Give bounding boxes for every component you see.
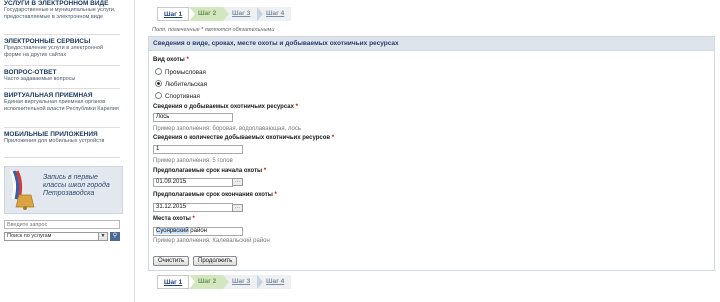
bell-ribbon-icon xyxy=(9,170,35,210)
sidebar-item-title[interactable]: УСЛУГИ В ЭЛЕКТРОННОМ ВИДЕ xyxy=(4,0,120,7)
quantity-label: Сведения о количестве добываемых охотнич… xyxy=(153,135,334,141)
sidebar-item-text[interactable]: Приложения для мобильных устройств xyxy=(4,138,120,145)
label-text: Сведения о добываемых охотничьих ресурса… xyxy=(153,104,294,110)
required-star: * xyxy=(201,27,204,33)
step-arrow-icon xyxy=(223,7,229,21)
divider xyxy=(4,157,120,158)
divider xyxy=(4,88,120,89)
radio-label: Спортивная xyxy=(165,93,200,100)
sidebar-divider xyxy=(134,0,135,302)
school-enrollment-banner[interactable]: Запись в первые классы школ города Петро… xyxy=(4,166,123,214)
required-star: * xyxy=(331,135,335,141)
sidebar-item-services[interactable]: УСЛУГИ В ЭЛЕКТРОННОМ ВИДЕ Государственны… xyxy=(4,0,120,20)
radio-label: Промысловая xyxy=(165,69,206,76)
step-arrow-icon xyxy=(189,275,195,289)
start-date-label: Предполагаемые срок начала охоты * xyxy=(153,168,266,174)
label-text: Сведения о количестве добываемых охотнич… xyxy=(153,135,331,141)
radio-amateur[interactable]: Любительская xyxy=(155,80,207,88)
label-text: Места охоты xyxy=(153,216,191,222)
search-scope-select[interactable]: Поиск по услугам ▼ xyxy=(4,232,108,241)
required-star: * xyxy=(263,168,267,174)
steps-top: Шаг 1 Шаг 2 Шаг 3 Шаг 4 xyxy=(157,7,291,21)
radio-button[interactable] xyxy=(155,68,162,75)
note-text: Поля, помеченные xyxy=(152,27,200,33)
input-text: район xyxy=(188,228,207,234)
search-input[interactable] xyxy=(4,220,120,229)
steps-bottom: Шаг 1 Шаг 2 Шаг 3 Шаг 4 xyxy=(157,275,291,289)
sidebar-item-e-services[interactable]: ЭЛЕКТРОННЫЕ СЕРВИСЫ Предоставление услуг… xyxy=(4,38,120,58)
quantity-input[interactable]: 1 xyxy=(153,145,243,154)
sidebar-item-reception[interactable]: ВИРТУАЛЬНАЯ ПРИЕМНАЯ Единая виртуальная … xyxy=(4,92,120,112)
radio-sport[interactable]: Спортивная xyxy=(155,92,200,100)
sidebar-item-title[interactable]: МОБИЛЬНЫЕ ПРИЛОЖЕНИЯ xyxy=(4,131,120,138)
resources-input[interactable]: Лось xyxy=(153,113,233,122)
sidebar-item-text[interactable]: Единая виртуальная приемная органов испо… xyxy=(4,99,120,112)
required-star: * xyxy=(186,57,189,63)
divider xyxy=(4,65,120,66)
sidebar-item-title[interactable]: ВИРТУАЛЬНАЯ ПРИЕМНАЯ xyxy=(4,92,120,99)
clear-button[interactable]: Очистить xyxy=(153,256,190,266)
end-date-label: Предполагаемые срок окончания охоты * xyxy=(153,192,277,198)
sidebar-item-text[interactable]: Государственные и муниципальные услуги, … xyxy=(4,7,120,20)
calendar-icon[interactable]: ··· xyxy=(232,178,243,186)
hunt-type-label: Вид охоты * xyxy=(153,57,189,63)
required-star: * xyxy=(192,216,195,222)
divider xyxy=(4,127,120,128)
search-scope-value: Поиск по услугам xyxy=(7,233,52,239)
sidebar: УСЛУГИ В ЭЛЕКТРОННОМ ВИДЕ Государственны… xyxy=(0,0,124,302)
search-icon[interactable]: ⚲ xyxy=(110,232,120,241)
place-hint: Пример заполнения: Калевальский район xyxy=(153,238,270,244)
radio-button-selected[interactable] xyxy=(155,80,162,87)
end-date-input[interactable]: 31.12.2015 xyxy=(153,203,233,212)
banner-text: Запись в первые классы школ города Петро… xyxy=(43,174,110,197)
required-fields-note: Поля, помеченные * являются обязательным… xyxy=(152,27,274,33)
note-text: являются обязательными xyxy=(204,27,275,33)
panel-title: Сведения о виде, сроках, месте охоты и д… xyxy=(149,37,714,51)
resources-hint: Пример заполнения: боровая, водоплавающа… xyxy=(153,126,301,132)
radio-commercial[interactable]: Промысловая xyxy=(155,68,206,76)
sidebar-item-mobile[interactable]: МОБИЛЬНЫЕ ПРИЛОЖЕНИЯ Приложения для моби… xyxy=(4,131,120,145)
calendar-icon[interactable]: ··· xyxy=(232,204,243,212)
step-arrow-icon xyxy=(257,7,263,21)
sidebar-item-text[interactable]: Часто задаваемые вопросы xyxy=(4,76,120,83)
radio-button[interactable] xyxy=(155,92,162,99)
continue-button[interactable]: Продолжить xyxy=(193,256,238,266)
hunting-form-panel: Сведения о виде, сроках, месте охоты и д… xyxy=(148,36,715,271)
place-input[interactable]: Суоярвский район xyxy=(153,227,243,236)
step-arrow-icon xyxy=(189,7,195,21)
quantity-hint: Пример заполнения: 5 голов xyxy=(153,158,233,164)
sidebar-item-title[interactable]: ЭЛЕКТРОННЫЕ СЕРВИСЫ xyxy=(4,38,120,45)
place-label: Места охоты * xyxy=(153,216,195,222)
label-text: Предполагаемые срок окончания охоты xyxy=(153,192,273,198)
required-star: * xyxy=(295,104,298,110)
chevron-down-icon[interactable]: ▼ xyxy=(98,233,107,240)
sidebar-item-title[interactable]: ВОПРОС-ОТВЕТ xyxy=(4,69,120,76)
step-arrow-icon xyxy=(257,275,263,289)
step-arrow-icon xyxy=(223,275,229,289)
sidebar-item-text[interactable]: Предоставление услуги в электронной форм… xyxy=(4,45,120,58)
step-1-link[interactable]: Шаг 1 xyxy=(157,7,189,21)
label-text: Вид охоты xyxy=(153,57,185,63)
selected-text: Суоярвский xyxy=(156,228,189,234)
divider xyxy=(4,34,120,35)
sidebar-item-faq[interactable]: ВОПРОС-ОТВЕТ Часто задаваемые вопросы xyxy=(4,69,120,83)
radio-label: Любительская xyxy=(165,81,207,88)
required-star: * xyxy=(274,192,277,198)
resources-label: Сведения о добываемых охотничьих ресурса… xyxy=(153,104,298,110)
label-text: Предполагаемые срок начала охоты xyxy=(153,168,263,174)
start-date-input[interactable]: 01.09.2015 xyxy=(153,178,233,187)
step-1-link[interactable]: Шаг 1 xyxy=(157,275,189,289)
